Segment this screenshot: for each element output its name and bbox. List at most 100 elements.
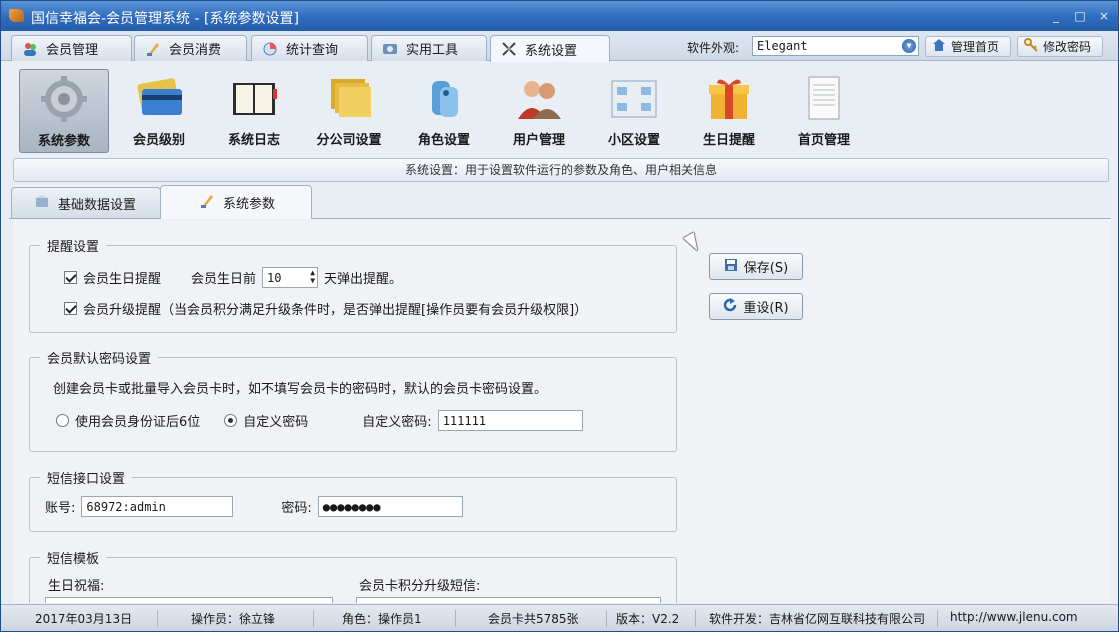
skin-select[interactable]: Elegant ▼	[752, 36, 919, 56]
tab-basic-data[interactable]: 基础数据设置	[11, 187, 161, 218]
change-password-label: 修改密码	[1043, 40, 1092, 54]
consume-icon	[145, 41, 161, 57]
status-url[interactable]: http://www.jlenu.com	[950, 610, 1078, 624]
custom-password-radio-label: 自定义密码	[243, 415, 309, 430]
key-icon	[1024, 38, 1038, 55]
gift-icon	[703, 75, 755, 121]
sms-account-input[interactable]: 68972:admin	[81, 496, 234, 517]
status-card-count: 会员卡共5785张	[488, 612, 579, 626]
brush-icon	[199, 193, 215, 213]
sms-password-input[interactable]: ●●●●●●●●	[317, 496, 463, 517]
birthday-reminder-label: 会员生日提醒	[83, 272, 162, 287]
stepper-arrows-icon[interactable]: ▲ ▼	[310, 269, 315, 285]
community-icon	[608, 75, 660, 121]
custom-password-label: 自定义密码:	[362, 415, 432, 430]
status-divider	[695, 610, 696, 627]
data-icon	[34, 193, 50, 213]
reset-label: 重设(R)	[743, 301, 789, 316]
role-icon	[418, 75, 470, 121]
card-icon	[133, 75, 185, 121]
status-divider	[313, 610, 314, 627]
ribbon-member-level[interactable]: 会员级别	[114, 69, 204, 153]
home-icon	[932, 38, 946, 55]
gear-icon	[38, 76, 90, 122]
upgrade-template-textarea[interactable]	[356, 597, 661, 603]
ribbon-birthday-reminder[interactable]: 生日提醒	[684, 69, 774, 153]
birthday-before-label: 会员生日前	[191, 272, 257, 287]
tab-system-settings[interactable]: 系统设置	[490, 35, 610, 62]
minimize-button[interactable]: _	[1050, 9, 1062, 23]
window-title: 国信幸福会-会员管理系统 - [系统参数设置]	[31, 11, 299, 27]
save-label: 保存(S)	[743, 261, 789, 276]
birthday-reminder-row: 会员生日提醒 会员生日前 10 ▲ ▼ 天弹出提醒。	[64, 267, 402, 288]
upgrade-template-label: 会员卡积分升级短信:	[359, 579, 481, 594]
members-icon	[22, 41, 38, 57]
window-controls: _ □ ×	[1050, 9, 1110, 23]
status-version: 版本：V2.2	[616, 612, 680, 626]
ribbon-branch-settings[interactable]: 分公司设置	[304, 69, 394, 153]
days-stepper[interactable]: 10 ▲ ▼	[262, 267, 319, 288]
skin-label: 软件外观:	[687, 41, 740, 55]
status-developer: 软件开发：吉林省亿网互联科技有限公司	[709, 612, 926, 626]
chevron-down-icon[interactable]: ▼	[902, 39, 916, 53]
ribbon-system-params[interactable]: 系统参数	[19, 69, 109, 153]
settings-panel: 提醒设置 会员生日提醒 会员生日前 10 ▲ ▼ 天弹出提醒。 会员升级提醒（当会…	[13, 220, 1111, 603]
save-button[interactable]: 保存(S)	[709, 253, 803, 280]
status-divider	[937, 610, 938, 627]
ribbon-label: 用户管理	[512, 133, 565, 148]
ribbon-system-log[interactable]: 系统日志	[209, 69, 299, 153]
status-operator: 操作员：徐立锋	[191, 612, 276, 626]
ribbon-label: 首页管理	[797, 133, 850, 148]
ribbon-user-management[interactable]: 用户管理	[494, 69, 584, 153]
group-title: 会员默认密码设置	[47, 352, 152, 367]
sms-account-label: 账号:	[45, 501, 76, 516]
tab-tools[interactable]: 实用工具	[371, 35, 487, 61]
tab-label: 会员管理	[46, 43, 99, 58]
sms-template-group: 短信模板	[29, 548, 677, 603]
birthday-reminder-checkbox[interactable]	[64, 271, 77, 284]
tab-label: 统计查询	[286, 43, 339, 58]
skin-value: Elegant	[757, 39, 808, 53]
tab-statistics[interactable]: 统计查询	[251, 35, 368, 61]
tab-member-consume[interactable]: 会员消费	[134, 35, 247, 61]
tab-member-management[interactable]: 会员管理	[11, 35, 132, 61]
password-options-row: 使用会员身份证后6位 自定义密码 自定义密码: 111111	[56, 410, 583, 431]
refresh-icon	[723, 297, 737, 316]
upgrade-reminder-checkbox[interactable]	[64, 302, 77, 315]
tab-label: 系统参数	[223, 197, 276, 212]
ribbon-role-settings[interactable]: 角色设置	[399, 69, 489, 153]
tools-icon	[382, 41, 398, 57]
birthday-template-label-row: 生日祝福:	[48, 575, 104, 594]
home-button[interactable]: 管理首页	[925, 36, 1011, 57]
change-password-button[interactable]: 修改密码	[1017, 36, 1103, 57]
password-desc-text: 创建会员卡或批量导入会员卡时，如不填写会员卡的密码时，默认的会员卡密码设置。	[53, 382, 548, 397]
maximize-button[interactable]: □	[1074, 9, 1086, 23]
close-button[interactable]: ×	[1098, 9, 1110, 23]
tab-label: 系统设置	[525, 43, 578, 59]
status-date: 2017年03月13日	[35, 612, 133, 626]
ribbon: 系统参数 会员级别 系统日志 分公司设置 角色设置 用户管理 小区设置 生日提醒…	[9, 63, 1111, 158]
ribbon-community-settings[interactable]: 小区设置	[589, 69, 679, 153]
app-logo-icon	[9, 9, 24, 22]
birthday-template-textarea[interactable]	[45, 597, 333, 603]
group-title: 提醒设置	[47, 240, 100, 255]
tab-system-params[interactable]: 系统参数	[160, 185, 312, 219]
custom-password-input[interactable]: 111111	[437, 410, 583, 431]
tab-label: 基础数据设置	[58, 197, 137, 213]
sms-password-label: 密码:	[281, 501, 312, 516]
days-suffix: 天弹出提醒。	[324, 272, 403, 287]
statistics-icon	[262, 41, 278, 57]
status-divider	[455, 610, 456, 627]
folder-icon	[323, 75, 375, 121]
id-card-radio[interactable]	[56, 414, 69, 427]
tab-label: 会员消费	[169, 43, 222, 58]
ribbon-homepage-management[interactable]: 首页管理	[779, 69, 869, 153]
save-icon	[724, 258, 738, 276]
main-tab-bar: 会员管理 会员消费 统计查询 实用工具 系统设置 软件外观: Elegant ▼…	[1, 31, 1118, 62]
reset-button[interactable]: 重设(R)	[709, 293, 803, 320]
home-label: 管理首页	[951, 40, 1000, 54]
status-bar: 2017年03月13日 操作员：徐立锋 角色：操作员1 会员卡共5785张 版本…	[1, 604, 1118, 631]
custom-password-radio[interactable]	[224, 414, 238, 427]
ribbon-label: 生日提醒	[702, 133, 755, 148]
ribbon-info-bar: 系统设置：用于设置软件运行的参数及角色、用户相关信息	[13, 158, 1109, 182]
